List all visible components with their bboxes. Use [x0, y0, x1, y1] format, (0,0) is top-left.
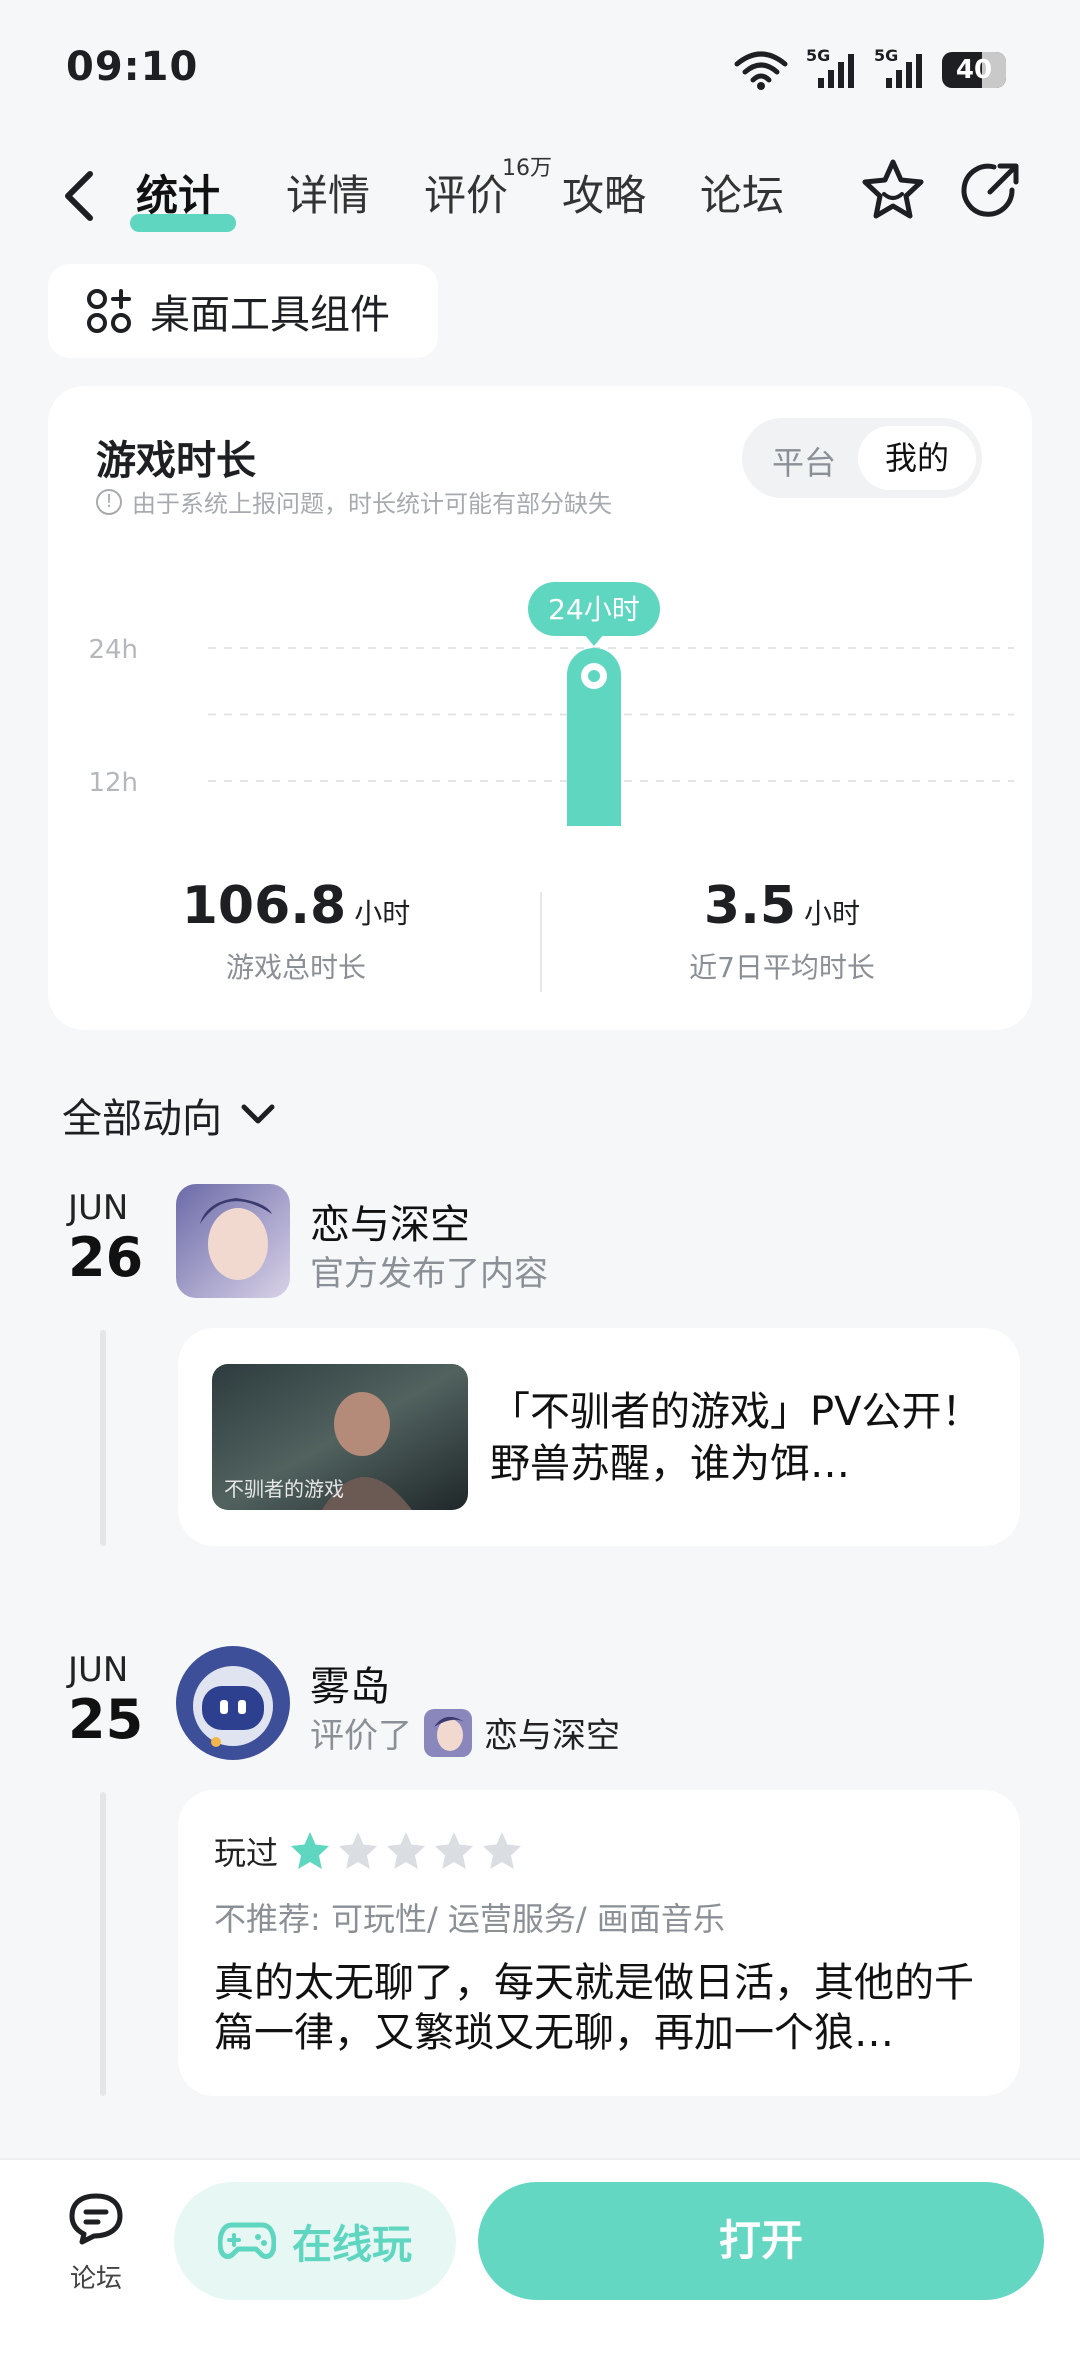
signal-icon: 5G [806, 46, 856, 90]
feed-filter-label: 全部动向 [62, 1096, 222, 1142]
bottom-bar: 论坛 在线玩 打开 [0, 2158, 1080, 2373]
post-thumbnail: 不驯者的游戏 [212, 1364, 468, 1510]
back-icon[interactable] [56, 166, 104, 226]
review-tags: 不推荐: 可玩性/ 运营服务/ 画面音乐 [214, 1900, 725, 1938]
status-icons: 5G 5G 40 [734, 46, 1006, 90]
average-stat: 3.5 小时 近7日平均时长 [542, 876, 1022, 986]
item1-subtitle: 官方发布了内容 [310, 1254, 548, 1294]
chevron-down-icon [241, 1104, 275, 1124]
tab-stats[interactable]: 统计 [136, 162, 220, 223]
open-button[interactable]: 打开 [478, 2182, 1044, 2300]
playtime-card: 游戏时长 ! 由于系统上报问题，时长统计可能有部分缺失 平台 我的 24h 12h… [48, 386, 1032, 1030]
average-value: 3.5 [703, 876, 797, 936]
tab-reviews[interactable]: 评价 [424, 162, 508, 223]
status-bar: 09:10 5G 5G 40 [0, 0, 1080, 140]
card-title: 游戏时长 [96, 438, 256, 484]
item2-game[interactable]: 恋与深空 [484, 1708, 620, 1757]
wifi-icon [734, 51, 788, 90]
total-stat: 106.8 小时 游戏总时长 [56, 876, 536, 986]
item1-day: 26 [68, 1226, 144, 1289]
tab-details[interactable]: 详情 [286, 162, 370, 223]
total-label: 游戏总时长 [225, 951, 366, 984]
tab-forum[interactable]: 论坛 [700, 162, 784, 223]
signal-icon-2: 5G [874, 46, 924, 90]
game-avatar[interactable] [176, 1184, 290, 1298]
y-tick-label: 24h [88, 635, 138, 665]
y-tick-label: 12h [88, 768, 138, 798]
play-online-label: 在线玩 [292, 2222, 412, 2268]
average-label: 近7日平均时长 [689, 951, 875, 984]
star-icon [339, 1832, 378, 1869]
feed-filter[interactable]: 全部动向 [62, 1086, 276, 1144]
star-icon[interactable] [858, 156, 928, 226]
toggle-platform[interactable]: 平台 [772, 438, 836, 484]
bar-tooltip-label: 24小时 [548, 593, 640, 626]
item1-month: JUN [68, 1188, 129, 1228]
item1-name[interactable]: 恋与深空 [310, 1192, 470, 1250]
star-icon [387, 1832, 426, 1869]
total-value: 106.8 [181, 876, 347, 936]
bar-tooltip-arrow [584, 634, 604, 646]
review-rating-row: 玩过 [214, 1828, 524, 1874]
top-nav: 统计 详情 评价 16万 攻略 论坛 [0, 140, 1080, 250]
review-count-badge: 16万 [502, 156, 552, 181]
widget-button-label: 桌面工具组件 [150, 292, 390, 338]
forum-icon [69, 2193, 123, 2245]
timeline-line [100, 1330, 106, 1546]
played-label: 玩过 [214, 1834, 279, 1872]
toggle-mine[interactable]: 我的 [858, 426, 976, 490]
star-icon [483, 1832, 522, 1869]
star-icon [291, 1832, 330, 1869]
timeline-line-2 [100, 1792, 106, 2096]
item2-subtitle: 评价了 恋与深空 [310, 1708, 620, 1757]
item2-action: 评价了 [310, 1716, 412, 1756]
review-text: 真的太无聊了，每天就是做日活，其他的千篇一律，又繁琐又无聊，再加一个狼… [214, 1960, 974, 2056]
play-online-button[interactable]: 在线玩 [174, 2182, 456, 2300]
thumb-caption: 不驯者的游戏 [224, 1477, 344, 1501]
average-unit: 小时 [804, 897, 861, 930]
widgets-icon [87, 289, 131, 333]
tab-guides[interactable]: 攻略 [562, 162, 646, 223]
post-title: 「不驯者的游戏」PV公开！ 野兽苏醒，谁为饵… [490, 1389, 982, 1487]
desktop-widget-button[interactable]: 桌面工具组件 [48, 264, 438, 358]
review-card[interactable]: 玩过 不推荐: 可玩性/ 运营服务/ 画面音乐 真的太无聊了，每天就是做日活，其… [178, 1790, 1020, 2096]
bar-marker-inner [588, 670, 600, 682]
gamepad-icon [218, 2222, 276, 2259]
game-mini-avatar [424, 1708, 472, 1757]
battery-icon: 40 [942, 52, 1006, 88]
platform-toggle: 平台 我的 [742, 418, 982, 498]
user-avatar[interactable] [176, 1646, 290, 1760]
post-card[interactable]: 不驯者的游戏 「不驯者的游戏」PV公开！ 野兽苏醒，谁为饵… [178, 1328, 1020, 1546]
forum-label: 论坛 [69, 2264, 122, 2294]
status-time: 09:10 [66, 44, 199, 90]
item2-day: 25 [68, 1688, 144, 1751]
playtime-chart: 24h12h0h6/226/236/246/2524小时6/266/276/28 [88, 582, 1014, 826]
star-icon [435, 1832, 474, 1869]
forum-button[interactable]: 论坛 [56, 2190, 136, 2295]
item2-month: JUN [68, 1650, 129, 1690]
total-unit: 小时 [354, 897, 411, 930]
share-icon[interactable] [956, 156, 1026, 226]
item2-name[interactable]: 雾岛 [310, 1654, 390, 1712]
rating-stars [288, 1829, 524, 1873]
